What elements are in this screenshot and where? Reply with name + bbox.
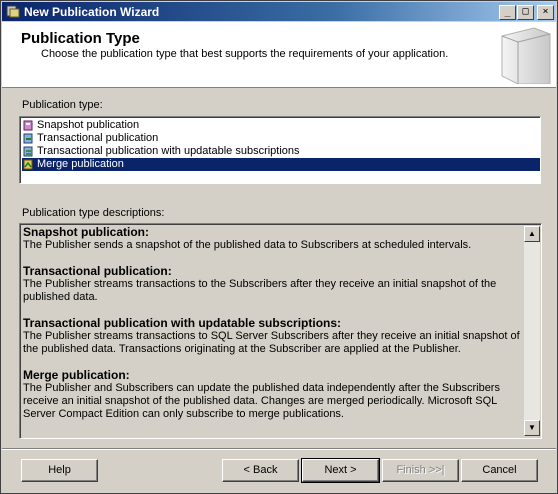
- cancel-button[interactable]: Cancel: [461, 459, 538, 482]
- back-button-label: < Back: [243, 464, 278, 476]
- description-heading: Transactional publication:: [23, 264, 172, 278]
- back-button[interactable]: < Back: [222, 459, 299, 482]
- help-button[interactable]: Help: [21, 459, 98, 482]
- description-text: The Publisher and Subscribers can update…: [23, 382, 500, 420]
- sql-server-app-icon: [6, 5, 20, 18]
- description-transactional: Transactional publication: The Publisher…: [23, 265, 523, 304]
- finish-button[interactable]: Finish >>|: [382, 459, 459, 482]
- publication-type-list[interactable]: Snapshot publication Transactional publi…: [19, 116, 541, 184]
- description-text: The Publisher streams transactions to SQ…: [23, 330, 520, 355]
- description-merge: Merge publication: The Publisher and Sub…: [23, 369, 523, 421]
- wizard-header: Publication Type Choose the publication …: [2, 22, 556, 88]
- list-item-transactional-updatable[interactable]: Transactional publication with updatable…: [22, 145, 540, 158]
- publication-type-label: Publication type:: [22, 99, 103, 111]
- title-bar[interactable]: New Publication Wizard _ □ ×: [2, 2, 556, 21]
- description-heading: Merge publication:: [23, 368, 130, 382]
- minimize-button[interactable]: _: [499, 5, 516, 20]
- description-transactional-updatable: Transactional publication with updatable…: [23, 317, 523, 356]
- description-text: The Publisher sends a snapshot of the pu…: [23, 239, 472, 251]
- description-snapshot: Snapshot publication: The Publisher send…: [23, 226, 523, 252]
- window-title: New Publication Wizard: [24, 5, 160, 19]
- page-title: Publication Type: [21, 30, 140, 47]
- wizard-book-icon: [501, 27, 551, 84]
- list-item-label: Transactional publication: [37, 132, 159, 144]
- next-button-label: Next >: [324, 464, 357, 476]
- list-item-merge[interactable]: Merge publication: [22, 158, 540, 171]
- updatable-publication-icon: [23, 146, 33, 157]
- list-item-transactional[interactable]: Transactional publication: [22, 132, 540, 145]
- page-description: Choose the publication type that best su…: [41, 48, 449, 60]
- description-heading: Transactional publication with updatable…: [23, 316, 342, 330]
- list-item-label: Snapshot publication: [37, 119, 140, 131]
- next-button[interactable]: Next >: [301, 458, 380, 483]
- finish-button-label: Finish >>|: [396, 464, 445, 476]
- maximize-button[interactable]: □: [517, 5, 534, 20]
- button-separator: [2, 448, 556, 450]
- scroll-down-arrow-icon[interactable]: ▼: [524, 420, 540, 436]
- scroll-up-arrow-icon[interactable]: ▲: [524, 226, 540, 242]
- wizard-window: New Publication Wizard _ □ × Publication…: [0, 0, 558, 494]
- description-heading: Snapshot publication:: [23, 225, 149, 239]
- close-button[interactable]: ×: [537, 5, 554, 20]
- cancel-button-label: Cancel: [482, 464, 517, 476]
- list-item-label: Transactional publication with updatable…: [37, 145, 300, 157]
- description-text: The Publisher streams transactions to th…: [23, 278, 497, 303]
- snapshot-publication-icon: [23, 120, 33, 131]
- merge-publication-icon: [23, 159, 33, 170]
- vertical-scrollbar[interactable]: ▲ ▼: [524, 226, 540, 436]
- transactional-publication-icon: [23, 133, 33, 144]
- list-item-label: Merge publication: [37, 158, 124, 170]
- list-item-snapshot[interactable]: Snapshot publication: [22, 119, 540, 132]
- descriptions-panel: Snapshot publication: The Publisher send…: [19, 223, 542, 439]
- help-button-label: Help: [48, 464, 71, 476]
- descriptions-label: Publication type descriptions:: [22, 207, 165, 219]
